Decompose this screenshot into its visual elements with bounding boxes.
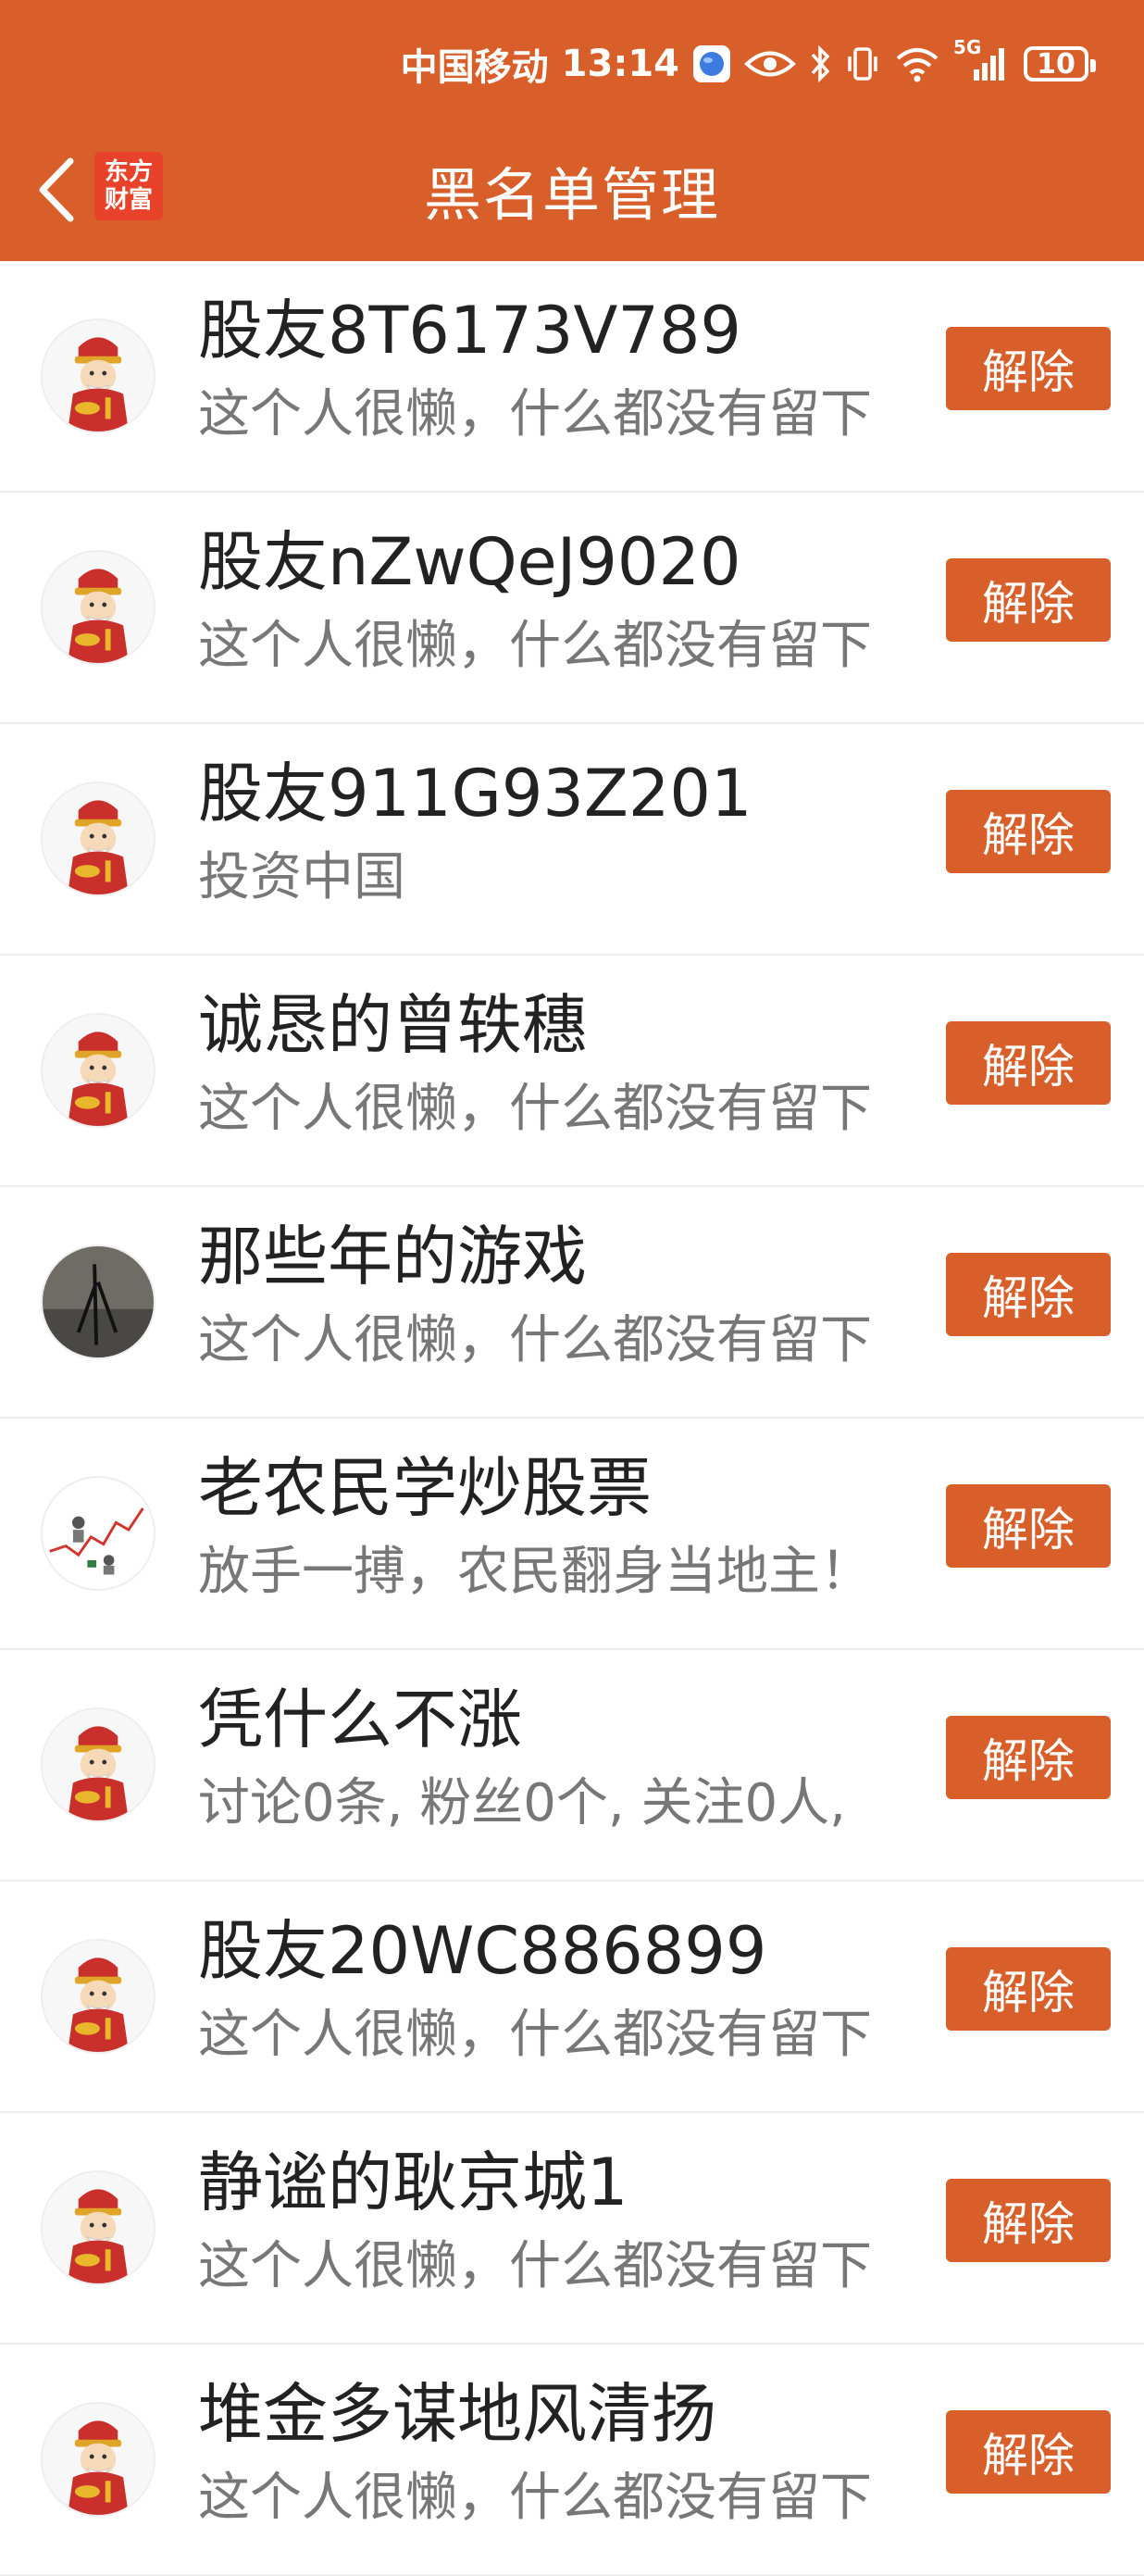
avatar[interactable] <box>41 319 155 433</box>
battery-level: 10 <box>1037 47 1076 81</box>
unblock-button[interactable]: 解除 <box>946 1716 1111 1799</box>
cellular-5g-icon: 5G <box>953 36 1005 82</box>
app-header: 中国移动 13:14 5G 10 东方 财富 黑名单管理 <box>0 0 1144 261</box>
user-bio: 这个人很懒，什么都没有留下 <box>198 616 872 676</box>
user-bio: 投资中国 <box>198 847 405 907</box>
user-bio: 讨论0条, 粉丝0个, 关注0人, <box>198 1773 846 1833</box>
network-type-label: 5G <box>953 36 982 58</box>
blacklist: 股友8T6173V789 这个人很懒，什么都没有留下 解除 股友nZwQeJ9020 这… <box>0 261 1144 2576</box>
app-notification-icon <box>692 44 731 83</box>
user-name: 那些年的游戏 <box>198 1219 587 1294</box>
carrier-label: 中国移动 <box>400 46 549 89</box>
user-bio: 放手一搏，农民翻身当地主！ <box>198 1542 872 1602</box>
avatar[interactable] <box>41 550 155 665</box>
user-bio: 这个人很懒，什么都没有留下 <box>198 2468 872 2528</box>
unblock-button[interactable]: 解除 <box>946 558 1111 642</box>
list-item[interactable]: 凭什么不涨讨论0条, 粉丝0个, 关注0人, 解除 <box>0 1650 1144 1882</box>
user-bio: 这个人很懒，什么都没有留下 <box>198 1310 872 1370</box>
nav-bar: 东方 财富 黑名单管理 <box>0 139 1144 241</box>
unblock-button[interactable]: 解除 <box>946 327 1111 410</box>
avatar[interactable] <box>41 1244 155 1359</box>
unblock-button[interactable]: 解除 <box>946 1484 1111 1568</box>
avatar[interactable] <box>41 1707 155 1822</box>
list-item[interactable]: 股友8T6173V789 这个人很懒，什么都没有留下 解除 <box>0 261 1144 493</box>
unblock-button[interactable]: 解除 <box>946 1947 1111 2031</box>
unblock-button[interactable]: 解除 <box>946 2410 1111 2494</box>
unblock-button[interactable]: 解除 <box>946 1253 1111 1336</box>
list-item[interactable]: 股友20WC886899 这个人很懒，什么都没有留下 解除 <box>0 1882 1144 2113</box>
user-name: 股友911G93Z201 <box>198 756 752 832</box>
unblock-button[interactable]: 解除 <box>946 1021 1111 1105</box>
wifi-icon <box>894 45 940 82</box>
avatar[interactable] <box>41 1476 155 1591</box>
user-name: 股友8T6173V789 <box>198 293 741 369</box>
user-name: 股友20WC886899 <box>198 1913 767 1989</box>
user-name: 诚恳的曾轶穗 <box>198 987 587 1063</box>
avatar[interactable] <box>41 1013 155 1128</box>
user-name: 老农民学炒股票 <box>198 1450 652 1526</box>
page-title: 黑名单管理 <box>423 161 720 229</box>
clock: 13:14 <box>561 43 679 85</box>
list-item[interactable]: 诚恳的曾轶穗这个人很懒，什么都没有留下 解除 <box>0 956 1144 1187</box>
status-bar: 中国移动 13:14 5G 10 <box>400 35 1096 93</box>
battery-icon: 10 <box>1024 46 1096 81</box>
user-name: 静谧的耿京城1 <box>198 2145 628 2220</box>
avatar[interactable] <box>41 2170 155 2285</box>
user-bio: 这个人很懒，什么都没有留下 <box>198 2005 872 2065</box>
avatar[interactable] <box>41 782 155 896</box>
user-name: 堆金多谋地风清扬 <box>198 2376 716 2452</box>
avatar[interactable] <box>41 1939 155 2054</box>
list-item[interactable]: 堆金多谋地风清扬这个人很懒，什么都没有留下 解除 <box>0 2345 1144 2576</box>
list-item[interactable]: 老农民学炒股票放手一搏，农民翻身当地主！ 解除 <box>0 1419 1144 1650</box>
user-bio: 这个人很懒，什么都没有留下 <box>198 2236 872 2296</box>
list-item[interactable]: 那些年的游戏这个人很懒，什么都没有留下 解除 <box>0 1187 1144 1419</box>
unblock-button[interactable]: 解除 <box>946 2179 1111 2262</box>
vibrate-icon <box>844 45 881 82</box>
user-name: 凭什么不涨 <box>198 1682 522 1757</box>
user-bio: 这个人很懒，什么都没有留下 <box>198 1079 872 1139</box>
eye-icon <box>744 48 796 80</box>
list-item[interactable]: 股友911G93Z201 投资中国 解除 <box>0 724 1144 956</box>
avatar[interactable] <box>41 2402 155 2517</box>
list-item[interactable]: 股友nZwQeJ9020 这个人很懒，什么都没有留下 解除 <box>0 493 1144 724</box>
user-bio: 这个人很懒，什么都没有留下 <box>198 384 872 444</box>
list-item[interactable]: 静谧的耿京城1 这个人很懒，什么都没有留下 解除 <box>0 2113 1144 2345</box>
user-name: 股友nZwQeJ9020 <box>198 524 741 600</box>
bluetooth-icon <box>809 45 831 82</box>
unblock-button[interactable]: 解除 <box>946 790 1111 873</box>
